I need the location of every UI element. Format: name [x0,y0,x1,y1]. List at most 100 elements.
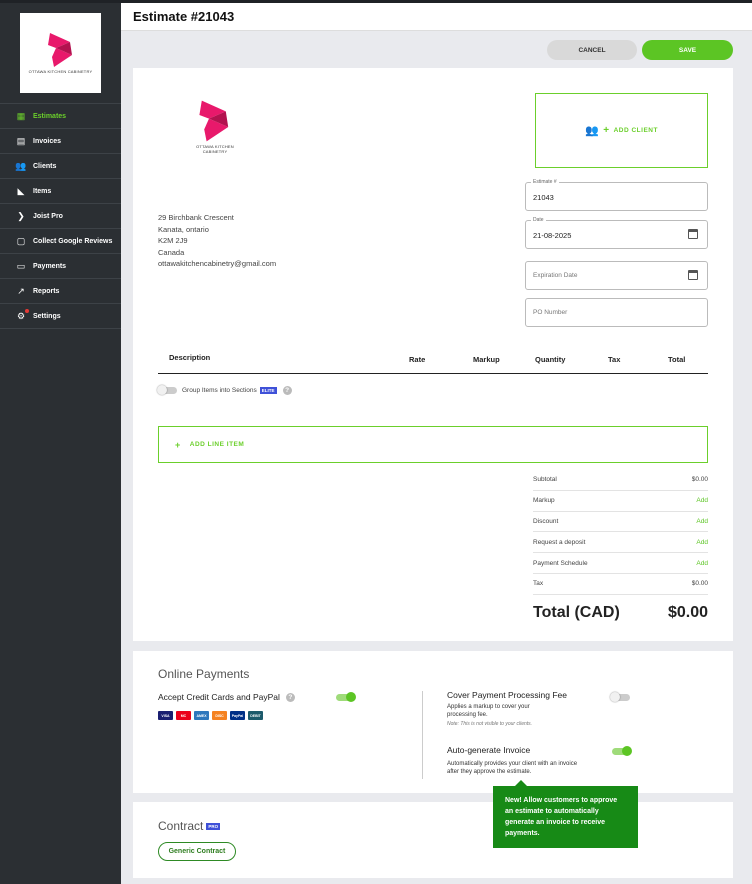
discover-icon: DISC [212,711,227,720]
field-value: 21043 [533,193,554,202]
group-sections-label: Group Items into Sections [182,387,257,394]
cover-fee-description: Applies a markup to cover your processin… [447,704,530,718]
clients-icon: 👥 [15,160,27,171]
settings-icon: ⚙ [15,309,29,322]
add-discount-link[interactable]: Add [696,518,708,525]
invoice-icon: ▤ [16,135,26,146]
contract-card: Contract PRO Generic Contract [133,802,733,878]
column-rate: Rate [409,355,426,364]
sidebar-item-payments[interactable]: ▭ Payments [0,254,121,279]
company-logo: OTTAWA KITCHEN CABINETRY [20,13,101,93]
totals-row-subtotal: Subtotal $0.00 [533,470,708,491]
document-logo: OTTAWA KITCHEN CABINETRY [185,100,245,160]
grand-total-label: Total (CAD) [533,604,620,621]
online-payments-title: Online Payments [158,667,250,681]
totals-label: Markup [533,497,555,505]
totals-row-tax: Tax $0.00 [533,574,708,595]
grand-total-value: $0.00 [667,604,708,621]
pro-badge: PRO [206,822,221,830]
po-number-field[interactable]: PO Number [525,298,708,327]
line-items-header: Description Rate Markup Quantity Tax Tot… [158,348,708,374]
sidebar-item-label: Clients [33,162,57,170]
auto-invoice-description: Automatically provides your client with … [447,761,578,775]
grand-total: Total (CAD) $0.00 [533,604,708,622]
auto-invoice-title: Auto-generate Invoice [447,745,531,755]
items-icon: ◣ [17,185,25,196]
accept-cards-row: Accept Credit Cards and PayPal ? [158,692,295,702]
business-email: ottawakitchencabinetry@gmail.com [158,259,277,268]
add-client-button[interactable]: 👥 + ADD CLIENT [535,93,708,168]
divider [422,691,423,779]
sidebar-nav: ▦ Estimates ▤ Invoices 👥 Clients ◣ Items… [0,103,121,329]
visa-icon: VISA [158,711,173,720]
help-icon[interactable]: ? [282,386,292,395]
add-deposit-link[interactable]: Add [696,539,708,546]
totals-label: Subtotal [533,476,557,484]
sidebar-item-label: Items [33,187,52,195]
field-value: 21-08-2025 [533,231,572,240]
sidebar-item-collect-google-reviews[interactable]: ▢ Collect Google Reviews [0,229,121,254]
estimate-document: OTTAWA KITCHEN CABINETRY 29 Birchbank Cr… [133,68,733,641]
auto-invoice-tooltip: New! Allow customers to approve an estim… [493,780,638,848]
calendar-icon[interactable] [688,229,698,239]
elite-badge: ELITE [259,387,277,394]
field-label: Date [531,217,546,223]
sidebar-item-label: Collect Google Reviews [33,237,113,245]
save-button[interactable]: SAVE [642,40,733,60]
reports-icon: ↗ [17,285,25,296]
calendar-icon[interactable] [688,270,698,280]
totals-row-deposit: Request a deposit Add [533,532,708,554]
totals-row-markup: Markup Add [533,491,708,512]
amex-icon: AMEX [194,711,209,720]
help-icon[interactable]: ? [285,692,295,702]
cover-fee-note: Note: This is not visible to your client… [447,721,533,727]
sidebar-item-estimates[interactable]: ▦ Estimates [0,104,121,129]
brand-mark-icon [47,32,72,67]
address-line: Canada [158,247,185,257]
auto-invoice-toggle[interactable] [612,746,632,756]
cancel-button[interactable]: CANCEL [547,40,637,60]
sidebar-item-items[interactable]: ◣ Items [0,179,121,204]
estimate-number-field[interactable]: Estimate # 21043 [525,179,708,211]
online-payments-card: Online Payments Accept Credit Cards and … [133,651,733,793]
address-line: 29 Birchbank Crescent [158,213,234,222]
add-client-label: ADD CLIENT [613,127,658,134]
brand-mark-icon [199,100,229,142]
accept-cards-label: Accept Credit Cards and PayPal [158,692,280,702]
sidebar-item-label: Settings [33,312,61,320]
totals-value: $0.00 [691,580,708,588]
column-total: Total [668,355,686,364]
debit-icon: DEBIT [248,711,263,720]
sidebar: OTTAWA KITCHEN CABINETRY ▦ Estimates ▤ I… [0,3,121,884]
logo-text: OTTAWA KITCHEN CABINETRY [28,68,93,74]
mastercard-icon: MC [176,711,191,720]
accept-cards-toggle[interactable] [336,692,356,702]
notification-dot [25,309,29,313]
totals-value: $0.00 [691,476,708,484]
sidebar-item-reports[interactable]: ↗ Reports [0,279,121,304]
sidebar-item-settings[interactable]: ⚙ Settings [0,304,121,329]
add-payment-schedule-link[interactable]: Add [696,560,708,567]
sidebar-item-joist-pro[interactable]: ❯ Joist Pro [0,204,121,229]
page-title: Estimate #21043 [133,9,235,24]
sidebar-item-clients[interactable]: 👥 Clients [0,154,121,179]
payments-icon: ▭ [16,260,26,271]
sidebar-item-invoices[interactable]: ▤ Invoices [0,129,121,154]
address-line: K2M 2J9 [158,236,188,245]
add-markup-link[interactable]: Add [696,497,708,504]
field-placeholder: Expiration Date [533,272,578,279]
field-placeholder: PO Number [533,309,568,316]
totals-label: Payment Schedule [533,559,588,567]
add-user-icon: 👥 [585,125,600,137]
add-line-item-button[interactable]: + ADD LINE ITEM [158,426,708,463]
sidebar-item-label: Estimates [33,112,67,120]
add-line-item-label: ADD LINE ITEM [189,441,245,448]
group-sections-toggle[interactable] [157,385,177,395]
column-markup: Markup [473,355,500,364]
sidebar-item-label: Invoices [33,137,62,145]
expiration-date-field[interactable]: Expiration Date [525,261,708,290]
sidebar-item-label: Reports [33,287,60,295]
cover-fee-toggle[interactable] [610,692,630,702]
generic-contract-button[interactable]: Generic Contract [158,842,236,861]
date-field[interactable]: Date 21-08-2025 [525,217,708,249]
